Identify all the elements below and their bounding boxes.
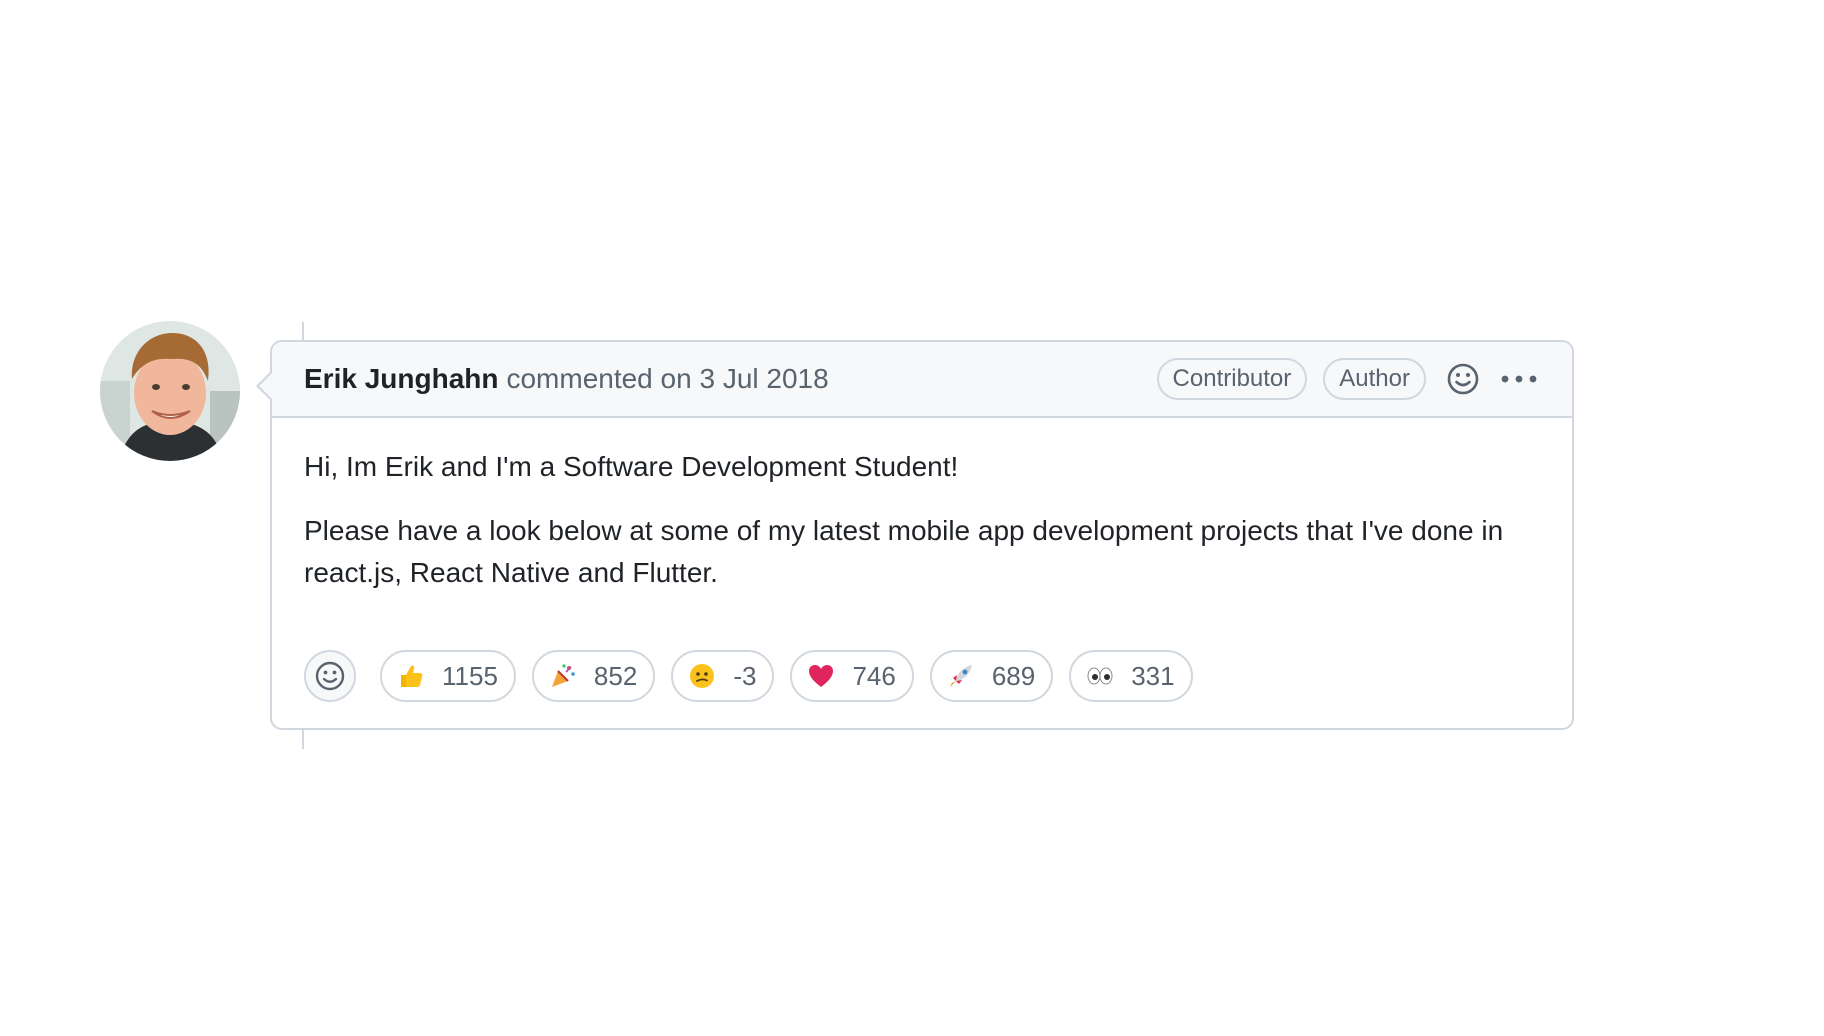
reaction-rocket[interactable]: 689 — [929, 650, 1054, 702]
author-badge: Author — [1323, 358, 1426, 400]
comment-paragraph: Please have a look below at some of my l… — [304, 515, 1504, 588]
confused-face-icon — [687, 661, 717, 691]
comment-caret — [256, 370, 273, 402]
contributor-badge: Contributor — [1156, 358, 1308, 400]
thumbs-up-icon — [396, 661, 426, 691]
comment-timestamp[interactable]: commented on 3 Jul 2018 — [506, 363, 828, 395]
reaction-count: 746 — [852, 660, 896, 691]
timeline-line-bottom — [302, 729, 304, 749]
reaction-eyes[interactable]: 331 — [1069, 650, 1193, 702]
kebab-horizontal-icon[interactable] — [1500, 374, 1538, 384]
tada-icon — [548, 661, 578, 691]
reaction-confused[interactable]: -3 — [671, 650, 775, 702]
add-reaction-button[interactable] — [304, 650, 356, 702]
reaction-count: 1155 — [442, 660, 498, 691]
avatar[interactable] — [100, 321, 240, 461]
reaction-count: 689 — [991, 660, 1036, 691]
eyes-icon — [1085, 661, 1115, 691]
author-link[interactable]: Erik Junghahn — [304, 363, 498, 395]
heart-icon — [806, 661, 836, 691]
reaction-heart[interactable]: 746 — [790, 650, 914, 702]
comment-paragraph: Hi, Im Erik and I'm a Software Developme… — [304, 451, 959, 482]
reaction-tada[interactable]: 852 — [531, 650, 656, 702]
timeline-line-top — [302, 322, 304, 340]
reaction-count: -3 — [733, 660, 757, 691]
reaction-thumbs-up[interactable]: 1155 — [380, 650, 516, 702]
comment-header: Erik Junghahn commented on 3 Jul 2018 Co… — [272, 342, 1572, 418]
rocket-icon — [946, 661, 976, 691]
comment-body: Hi, Im Erik and I'm a Software Developme… — [272, 418, 1572, 594]
smiley-icon — [315, 661, 345, 691]
reactions-bar: 1155 852 -3 746 689 331 — [304, 650, 1193, 702]
reaction-count: 331 — [1131, 660, 1175, 691]
smiley-icon[interactable] — [1446, 362, 1480, 396]
reaction-count: 852 — [593, 660, 638, 691]
comment-box: Erik Junghahn commented on 3 Jul 2018 Co… — [256, 340, 1574, 730]
